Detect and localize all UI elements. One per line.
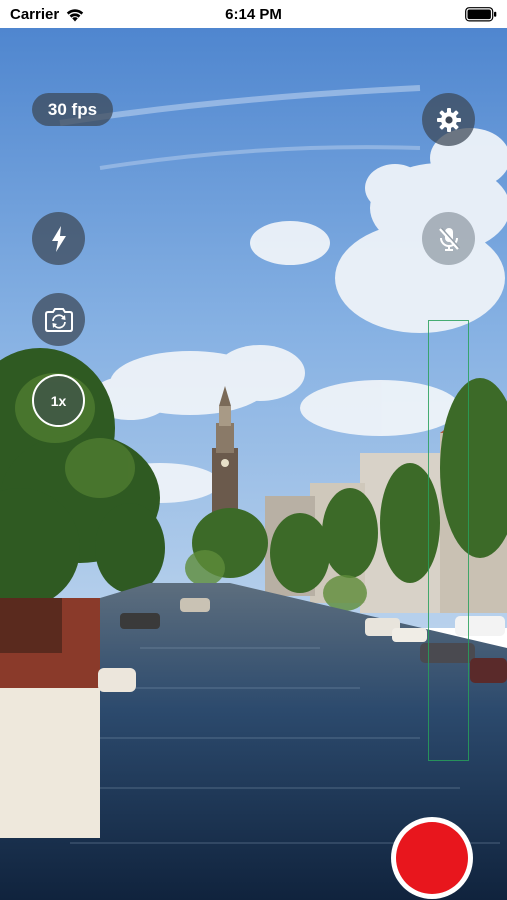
microphone-muted-icon (438, 227, 460, 251)
record-icon (396, 822, 468, 894)
lightning-icon (51, 225, 66, 252)
gear-icon (436, 107, 461, 132)
microphone-button[interactable] (422, 212, 475, 265)
status-time: 6:14 PM (225, 6, 282, 23)
status-bar: Carrier 6:14 PM (0, 0, 507, 28)
audio-level-meter (428, 320, 469, 761)
switch-camera-button[interactable] (32, 293, 85, 346)
camera-rotate-icon (44, 307, 73, 332)
fps-badge[interactable]: 30 fps (32, 93, 113, 126)
flash-button[interactable] (32, 212, 85, 265)
camera-preview[interactable]: 30 fps 1x (0, 28, 507, 900)
battery-icon (465, 7, 497, 26)
zoom-button[interactable]: 1x (32, 374, 85, 427)
record-button[interactable] (391, 817, 473, 899)
settings-button[interactable] (422, 93, 475, 146)
